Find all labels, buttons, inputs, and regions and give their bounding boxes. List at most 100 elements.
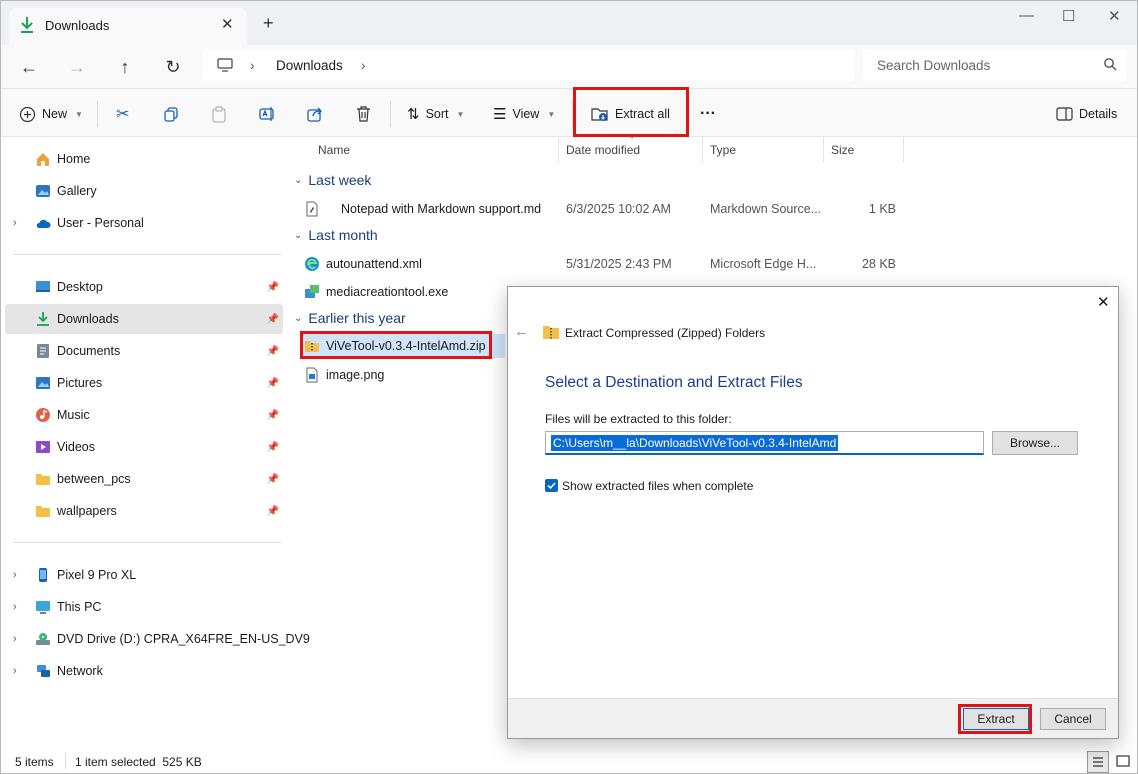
up-icon[interactable]: ↑ bbox=[112, 55, 138, 79]
image-file-icon bbox=[306, 367, 318, 383]
sidebar-item-wallpapers[interactable]: wallpapers 📌 bbox=[5, 496, 283, 526]
sidebar-item-desktop[interactable]: Desktop 📌 bbox=[5, 272, 283, 302]
column-divider[interactable] bbox=[702, 137, 703, 163]
paste-icon[interactable] bbox=[211, 103, 227, 125]
file-date: 6/3/2025 10:02 AM bbox=[566, 202, 671, 216]
chevron-right-icon[interactable]: › bbox=[13, 217, 17, 229]
sidebar-item-gallery[interactable]: Gallery bbox=[5, 176, 283, 206]
navigation-pane: Home Gallery › User - Personal Desktop 📌… bbox=[1, 137, 310, 749]
pin-icon[interactable]: 📌 bbox=[267, 506, 279, 517]
sidebar-item-documents[interactable]: Documents 📌 bbox=[5, 336, 283, 366]
group-header-last-week[interactable]: ⌄ Last week bbox=[294, 172, 371, 188]
chevron-right-icon[interactable]: › bbox=[13, 665, 17, 677]
file-name: Notepad with Markdown support.md bbox=[341, 202, 542, 216]
details-button[interactable]: Details bbox=[1056, 103, 1117, 125]
search-input[interactable]: Search Downloads bbox=[877, 58, 990, 73]
tab-close-icon[interactable]: ✕ bbox=[221, 15, 234, 33]
refresh-icon[interactable]: ↻ bbox=[160, 55, 186, 79]
sidebar-item-home[interactable]: Home bbox=[5, 144, 283, 174]
breadcrumb-separator[interactable]: › bbox=[250, 58, 255, 73]
new-tab-button[interactable]: + bbox=[263, 14, 274, 32]
close-window-button[interactable]: ✕ bbox=[1108, 7, 1121, 25]
pin-icon[interactable]: 📌 bbox=[267, 410, 279, 421]
search-box[interactable]: Search Downloads bbox=[863, 49, 1127, 81]
documents-icon bbox=[37, 344, 49, 358]
group-header-last-month[interactable]: ⌄ Last month bbox=[294, 227, 378, 243]
address-field[interactable]: › Downloads › bbox=[203, 49, 855, 81]
chevron-right-icon[interactable]: › bbox=[13, 569, 17, 581]
selection-info: 1 item selected 525 KB bbox=[75, 755, 202, 769]
sidebar-item-pixel-phone[interactable]: › Pixel 9 Pro XL bbox=[5, 560, 283, 590]
show-files-checkbox[interactable] bbox=[545, 479, 558, 492]
sidebar-item-this-pc[interactable]: › This PC bbox=[5, 592, 283, 622]
chevron-right-icon[interactable]: › bbox=[13, 601, 17, 613]
column-divider[interactable] bbox=[903, 137, 904, 163]
file-name: autounattend.xml bbox=[326, 257, 422, 271]
dialog-heading: Select a Destination and Extract Files bbox=[545, 374, 803, 391]
checkmark-icon bbox=[547, 482, 556, 490]
markdown-file-icon bbox=[306, 201, 318, 217]
tiles-view-toggle[interactable] bbox=[1113, 751, 1135, 773]
file-row[interactable]: Notepad with Markdown support.md 6/3/202… bbox=[300, 197, 905, 221]
chevron-right-icon[interactable]: › bbox=[13, 633, 17, 645]
sidebar-item-label: Documents bbox=[57, 344, 121, 358]
dialog-close-button[interactable]: ✕ bbox=[1097, 293, 1110, 311]
pin-icon[interactable]: 📌 bbox=[267, 474, 279, 485]
details-view-toggle[interactable] bbox=[1087, 751, 1109, 773]
highlight-box-zip-file bbox=[300, 331, 492, 359]
group-title: Last week bbox=[308, 172, 372, 188]
browse-button[interactable]: Browse... bbox=[992, 431, 1078, 455]
command-bar: New ▼ ✂ ⇅ Sort ▼ ☰ View ▼ Extract all ··… bbox=[1, 87, 1137, 137]
minimize-button[interactable]: — bbox=[1019, 7, 1034, 24]
column-divider[interactable] bbox=[558, 137, 559, 163]
rename-icon[interactable] bbox=[259, 103, 276, 125]
sidebar-item-label: Network bbox=[57, 664, 103, 678]
sort-button[interactable]: ⇅ Sort ▼ bbox=[407, 103, 464, 125]
sidebar-item-videos[interactable]: Videos 📌 bbox=[5, 432, 283, 462]
pin-icon[interactable]: 📌 bbox=[267, 346, 279, 357]
column-header-size[interactable]: Size bbox=[831, 143, 854, 157]
cut-icon[interactable]: ✂ bbox=[116, 103, 129, 125]
forward-icon[interactable]: → bbox=[64, 55, 90, 79]
file-name: mediacreationtool.exe bbox=[326, 285, 449, 299]
new-button[interactable]: New ▼ bbox=[19, 103, 83, 125]
tab-downloads[interactable]: Downloads ✕ bbox=[9, 8, 247, 45]
breadcrumb-downloads[interactable]: Downloads bbox=[276, 58, 343, 73]
file-row[interactable]: autounattend.xml 5/31/2025 2:43 PM Micro… bbox=[300, 252, 905, 276]
details-label: Details bbox=[1079, 107, 1118, 121]
view-button[interactable]: ☰ View ▼ bbox=[493, 103, 555, 125]
share-icon[interactable] bbox=[307, 103, 324, 125]
phone-icon bbox=[39, 568, 47, 582]
cancel-button[interactable]: Cancel bbox=[1040, 708, 1106, 730]
sidebar-item-dvd-drive[interactable]: › DVD Drive (D:) CPRA_X64FRE_EN-US_DV9 bbox=[5, 624, 310, 654]
back-icon[interactable]: ← bbox=[16, 55, 42, 79]
delete-icon[interactable] bbox=[356, 103, 371, 125]
sidebar-item-music[interactable]: Music 📌 bbox=[5, 400, 283, 430]
copy-icon[interactable] bbox=[163, 103, 179, 125]
column-header-type[interactable]: Type bbox=[710, 143, 736, 157]
highlight-box-extract bbox=[958, 704, 1032, 734]
column-divider[interactable] bbox=[823, 137, 824, 163]
sidebar-item-pictures[interactable]: Pictures 📌 bbox=[5, 368, 283, 398]
column-header-name[interactable]: Name bbox=[318, 143, 350, 157]
destination-path-input[interactable]: C:\Users\m__la\Downloads\ViVeTool-v0.3.4… bbox=[545, 431, 984, 455]
maximize-button[interactable]: ☐ bbox=[1062, 7, 1075, 25]
pin-icon[interactable]: 📌 bbox=[267, 282, 279, 293]
chevron-down-icon: ▼ bbox=[456, 109, 465, 119]
search-icon bbox=[1103, 57, 1117, 74]
group-header-earlier-this-year[interactable]: ⌄ Earlier this year bbox=[294, 310, 406, 326]
sidebar-item-label: Downloads bbox=[57, 312, 119, 326]
file-type: Microsoft Edge H... bbox=[710, 257, 817, 271]
show-files-label[interactable]: Show extracted files when complete bbox=[562, 479, 753, 493]
pin-icon[interactable]: 📌 bbox=[267, 442, 279, 453]
dialog-back-button[interactable]: ← bbox=[514, 323, 529, 340]
pin-icon[interactable]: 📌 bbox=[267, 378, 279, 389]
sidebar-item-between-pcs[interactable]: between_pcs 📌 bbox=[5, 464, 283, 494]
sidebar-item-downloads[interactable]: Downloads 📌 bbox=[5, 304, 283, 334]
more-options-button[interactable]: ··· bbox=[700, 103, 716, 125]
sidebar-item-user-personal[interactable]: › User - Personal bbox=[5, 208, 283, 238]
sidebar-item-network[interactable]: › Network bbox=[5, 656, 283, 686]
pin-icon[interactable]: 📌 bbox=[267, 314, 279, 325]
breadcrumb-separator-end[interactable]: › bbox=[361, 58, 366, 73]
sort-ascending-icon: ⌃ bbox=[628, 135, 636, 145]
